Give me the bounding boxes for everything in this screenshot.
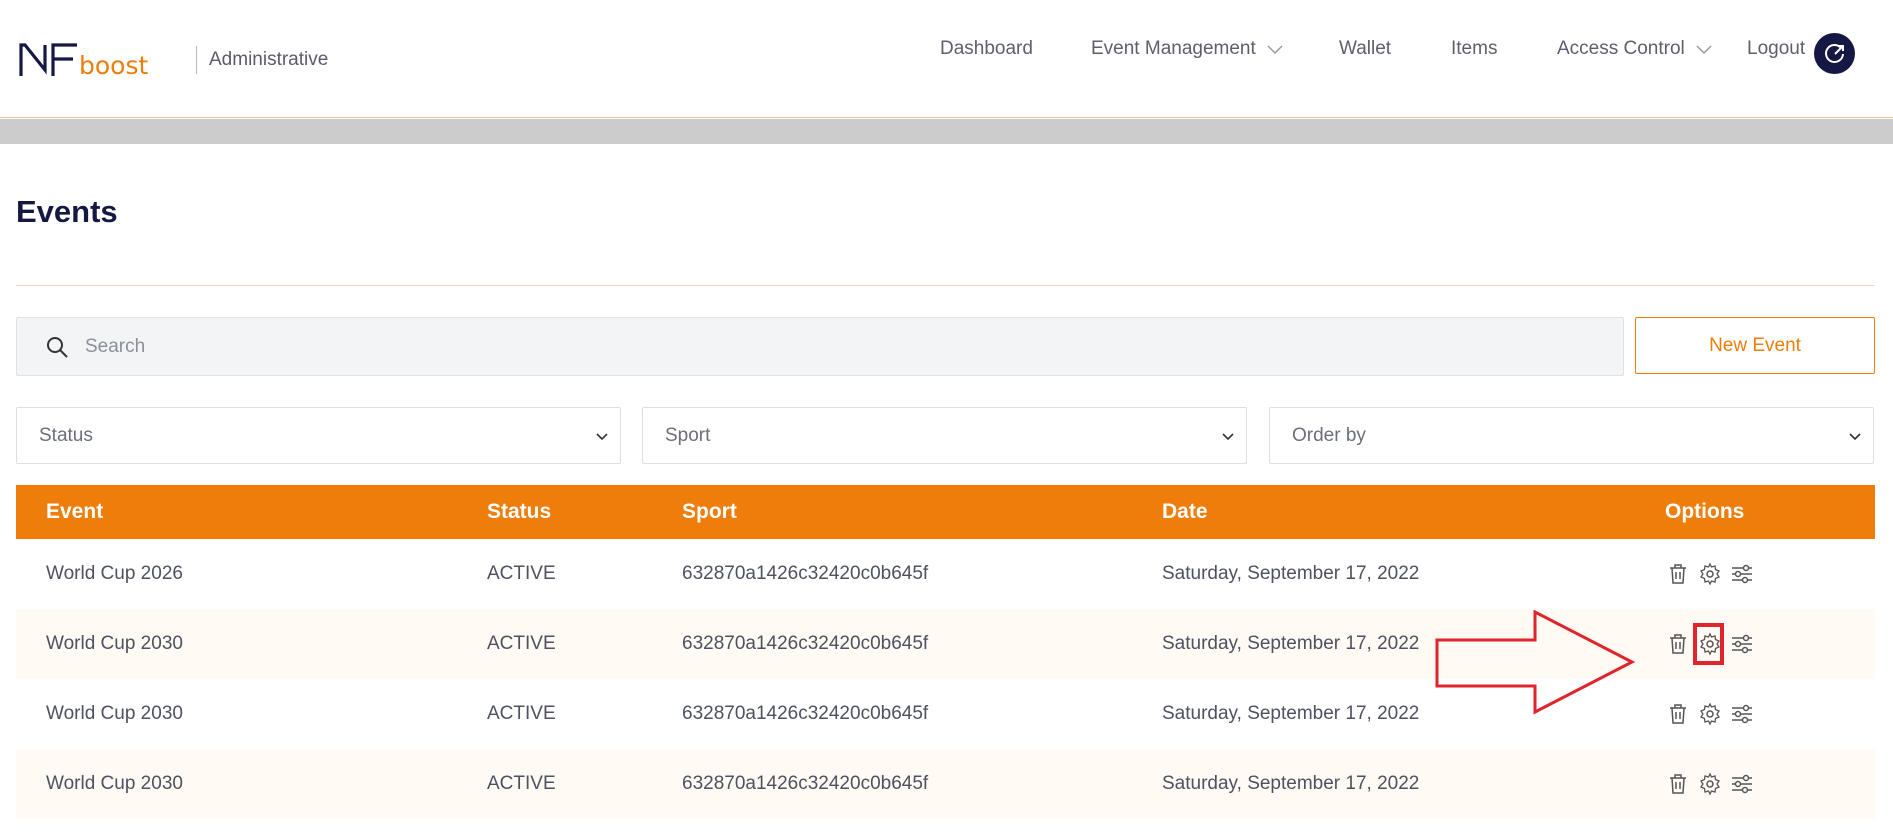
column-header-date[interactable]: Date [1162,485,1208,539]
sport-cell: 632870a1426c32420c0b645f [682,563,929,584]
date-cell: Saturday, September 17, 2022 [1162,773,1420,794]
sliders-icon[interactable] [1730,702,1754,726]
status-filter-select[interactable]: Status [16,407,621,464]
search-input[interactable] [67,318,1607,375]
event-name-cell: World Cup 2030 [46,703,183,724]
search-icon [47,337,68,358]
sliders-icon[interactable] [1730,632,1754,656]
table-row: World Cup 2030 ACTIVE 632870a1426c32420c… [16,749,1875,819]
events-table-header: Event Status Sport Date Options [16,485,1875,539]
sport-cell: 632870a1426c32420c0b645f [682,633,929,654]
column-header-sport[interactable]: Sport [682,485,737,539]
nav-access-control[interactable]: Access Control [1557,38,1713,60]
search-bar [16,317,1624,376]
page-title: Events [16,194,118,229]
sport-filter-select[interactable]: Sport [642,407,1247,464]
sport-cell: 632870a1426c32420c0b645f [682,773,929,794]
trash-icon[interactable] [1666,702,1690,726]
gear-icon[interactable] [1698,702,1722,726]
column-header-status[interactable]: Status [487,485,551,539]
trash-icon[interactable] [1666,632,1690,656]
logout-button[interactable] [1814,33,1855,74]
sliders-icon[interactable] [1730,562,1754,586]
sport-cell: 632870a1426c32420c0b645f [682,703,929,724]
gear-icon[interactable] [1698,562,1722,586]
header-band [0,119,1893,144]
order-by-select[interactable]: Order by [1269,407,1874,464]
column-header-event[interactable]: Event [46,485,103,539]
event-name-cell: World Cup 2030 [46,633,183,654]
date-cell: Saturday, September 17, 2022 [1162,633,1420,654]
event-name-cell: World Cup 2030 [46,773,183,794]
sport-filter-label: Sport [665,424,711,446]
annotation-arrow [1435,610,1635,715]
trash-icon[interactable] [1666,562,1690,586]
table-row: World Cup 2026 ACTIVE 632870a1426c32420c… [16,539,1875,609]
nav-items[interactable]: Items [1451,38,1497,60]
date-cell: Saturday, September 17, 2022 [1162,703,1420,724]
chevron-down-icon [1849,433,1861,441]
new-event-button[interactable]: New Event [1635,317,1875,374]
chevron-down-icon [1696,45,1712,55]
status-filter-label: Status [39,424,93,446]
nav-wallet[interactable]: Wallet [1339,38,1391,60]
chevron-down-icon [1222,433,1234,441]
nav-access-control-label: Access Control [1557,38,1685,59]
title-divider [16,285,1875,286]
date-cell: Saturday, September 17, 2022 [1162,563,1420,584]
gear-icon[interactable] [1698,772,1722,796]
chevron-down-icon [1267,45,1283,55]
status-cell: ACTIVE [487,703,556,724]
trash-icon[interactable] [1666,772,1690,796]
event-name-cell: World Cup 2026 [46,563,183,584]
top-header: boost Administrative Dashboard Event Man… [0,0,1893,118]
chevron-down-icon [596,433,608,441]
status-cell: ACTIVE [487,633,556,654]
logout-icon [1824,43,1844,63]
annotation-highlight-box [1693,623,1724,665]
nav-event-management-label: Event Management [1091,38,1256,59]
sliders-icon[interactable] [1730,772,1754,796]
main-nav: Dashboard Event Management Wallet Items … [0,38,1893,68]
status-cell: ACTIVE [487,773,556,794]
status-cell: ACTIVE [487,563,556,584]
column-header-options: Options [1665,500,1745,523]
nav-dashboard[interactable]: Dashboard [940,38,1033,60]
order-by-label: Order by [1292,424,1366,446]
nav-event-management[interactable]: Event Management [1091,38,1284,60]
nav-logout[interactable]: Logout [1747,38,1805,60]
